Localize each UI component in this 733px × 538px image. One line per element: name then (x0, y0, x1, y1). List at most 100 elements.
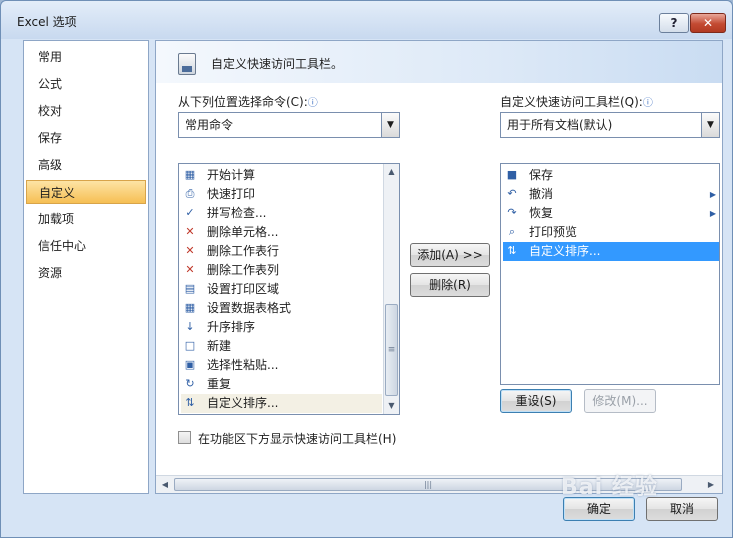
reset-button[interactable]: 重设(S) (500, 389, 572, 413)
customize-panel: 自定义快速访问工具栏。 从下列位置选择命令(C):ⓘ 常用命令 ▼ ▦ 开始计算… (155, 40, 723, 494)
delete-cells-icon: ✕ (185, 225, 195, 238)
window-title: Excel 选项 (17, 15, 77, 29)
customize-toolbar-label-text: 自定义快速访问工具栏(Q): (500, 95, 643, 109)
list-item-label: 删除工作表列 (207, 263, 280, 277)
remove-button[interactable]: 删除(R) (410, 273, 490, 297)
nav-item-save[interactable]: 保存 (26, 126, 146, 150)
list-item[interactable]: ⇅ 自定义排序... (503, 242, 719, 261)
watermark-logo: Bai 经验 (561, 475, 658, 500)
quick-access-toolbar-icon (178, 53, 196, 75)
list-item-label: 自定义排序... (207, 396, 279, 410)
save-icon: ■ (506, 168, 518, 181)
spellcheck-icon: ✓ (185, 206, 195, 219)
choose-commands-label-text: 从下列位置选择命令(C): (178, 95, 308, 109)
nav-item-general[interactable]: 常用 (26, 45, 146, 69)
submenu-arrow-icon: ▶ (709, 209, 716, 218)
print-preview-icon: ⌕ (508, 225, 516, 238)
list-item-label: 撤消 (529, 187, 554, 201)
redo-icon: ↻ (185, 377, 195, 390)
list-item-label: 开始计算 (207, 168, 256, 182)
delete-columns-icon: ✕ (185, 263, 195, 276)
paste-special-icon: ▣ (184, 358, 196, 371)
scroll-up-icon[interactable]: ▲ (384, 164, 399, 180)
list-item-label: 保存 (529, 168, 554, 182)
help-button[interactable]: ? (659, 13, 689, 33)
list-item-label: 升序排序 (207, 320, 256, 334)
choose-commands-value: 常用命令 (185, 118, 234, 132)
commands-scrollbar[interactable]: ▲ ≡ ▼ (383, 164, 399, 414)
excel-options-dialog: Excel 选项 ? ✕ 常用 公式 校对 保存 高级 自定义 加载项 信任中心… (0, 0, 733, 538)
custom-sort-icon: ⇅ (185, 396, 195, 409)
list-item[interactable]: ■ 保存 (503, 166, 719, 185)
scroll-down-icon[interactable]: ▼ (384, 398, 399, 414)
list-item[interactable]: ✕ 删除工作表行 (181, 242, 381, 261)
list-item-label: 设置打印区域 (207, 282, 280, 296)
chevron-down-icon[interactable]: ▼ (381, 113, 399, 137)
calculator-icon: ▦ (184, 168, 196, 181)
list-item[interactable]: ✕ 删除单元格... (181, 223, 381, 242)
nav-item-trust-center[interactable]: 信任中心 (26, 234, 146, 258)
list-item-label: 选择性粘贴... (207, 358, 279, 372)
list-item-label: 快速打印 (207, 187, 256, 201)
list-item[interactable]: ⇅ 自定义排序... (181, 394, 382, 413)
list-item-label: 删除工作表行 (207, 244, 280, 258)
scroll-left-icon[interactable]: ◀ (156, 476, 174, 493)
customize-toolbar-label: 自定义快速访问工具栏(Q):ⓘ (500, 93, 653, 110)
list-item-label: 设置数据表格式 (207, 301, 292, 315)
list-item[interactable]: ↓ 升序排序 (181, 318, 381, 337)
toolbar-commands-list[interactable]: ■ 保存 ↶ 撤消 ▶ ↷ 恢复 ▶ ⌕ 打印预览 ⇅ 自定义排序... (500, 163, 720, 385)
list-item[interactable]: ✕ 删除工作表列 (181, 261, 381, 280)
list-item-label: 新建 (207, 339, 232, 353)
nav-item-formulas[interactable]: 公式 (26, 72, 146, 96)
list-item[interactable]: ▤ 设置打印区域 (181, 280, 381, 299)
list-item-label: 重复 (207, 377, 232, 391)
new-document-icon: □ (184, 339, 196, 352)
list-item[interactable]: ▣ 选择性粘贴... (181, 356, 381, 375)
choose-commands-dropdown[interactable]: 常用命令 ▼ (178, 112, 400, 138)
close-button[interactable]: ✕ (690, 13, 726, 33)
submenu-arrow-icon: ▶ (709, 190, 716, 199)
format-table-icon: ▦ (184, 301, 196, 314)
list-item-label: 拼写检查... (207, 206, 267, 220)
add-button[interactable]: 添加(A) >> (410, 243, 490, 267)
list-item-label: 恢复 (529, 206, 554, 220)
scroll-thumb[interactable]: ≡ (385, 304, 398, 396)
section-title: 自定义快速访问工具栏。 (211, 57, 344, 71)
options-category-nav: 常用 公式 校对 保存 高级 自定义 加载项 信任中心 资源 (23, 40, 149, 494)
list-item-label: 自定义排序... (529, 244, 601, 258)
show-below-ribbon-checkbox[interactable] (178, 431, 191, 444)
show-below-ribbon-label: 在功能区下方显示快速访问工具栏(H) (198, 432, 397, 446)
list-item[interactable]: ↷ 恢复 ▶ (503, 204, 719, 223)
delete-rows-icon: ✕ (185, 244, 195, 257)
nav-item-add-ins[interactable]: 加载项 (26, 207, 146, 231)
toolbar-scope-dropdown[interactable]: 用于所有文档(默认) ▼ (500, 112, 720, 138)
undo-icon: ↶ (507, 187, 517, 200)
print-area-icon: ▤ (184, 282, 196, 295)
list-item[interactable]: □ 新建 (181, 337, 381, 356)
list-item[interactable]: ▦ 设置数据表格式 (181, 299, 381, 318)
nav-item-customize[interactable]: 自定义 (26, 180, 146, 204)
list-item-label: 打印预览 (529, 225, 578, 239)
redo-icon: ↷ (507, 206, 517, 219)
choose-commands-label: 从下列位置选择命令(C):ⓘ (178, 93, 318, 110)
list-item[interactable]: ✓ 拼写检查... (181, 204, 381, 223)
list-item[interactable]: ↻ 重复 (181, 375, 381, 394)
list-item-label: 删除单元格... (207, 225, 279, 239)
info-icon: ⓘ (642, 98, 653, 109)
nav-item-advanced[interactable]: 高级 (26, 153, 146, 177)
modify-button[interactable]: 修改(M)... (584, 389, 656, 413)
scroll-right-icon[interactable]: ▶ (702, 476, 720, 493)
list-item[interactable]: ▦ 开始计算 (181, 166, 381, 185)
list-item[interactable]: ⌕ 打印预览 (503, 223, 719, 242)
nav-item-proofing[interactable]: 校对 (26, 99, 146, 123)
toolbar-scope-value: 用于所有文档(默认) (507, 118, 613, 132)
printer-icon: ⎙ (185, 187, 195, 200)
list-item[interactable]: ↶ 撤消 ▶ (503, 185, 719, 204)
chevron-down-icon[interactable]: ▼ (701, 113, 719, 137)
list-item[interactable]: ⎙ 快速打印 (181, 185, 381, 204)
nav-item-resources[interactable]: 资源 (26, 261, 146, 285)
available-commands-list[interactable]: ▦ 开始计算 ⎙ 快速打印 ✓ 拼写检查... ✕ 删除单元格... ✕ 删除工… (178, 163, 400, 415)
info-icon: ⓘ (307, 98, 318, 109)
custom-sort-icon: ⇅ (507, 244, 517, 257)
section-banner: 自定义快速访问工具栏。 (156, 41, 722, 83)
